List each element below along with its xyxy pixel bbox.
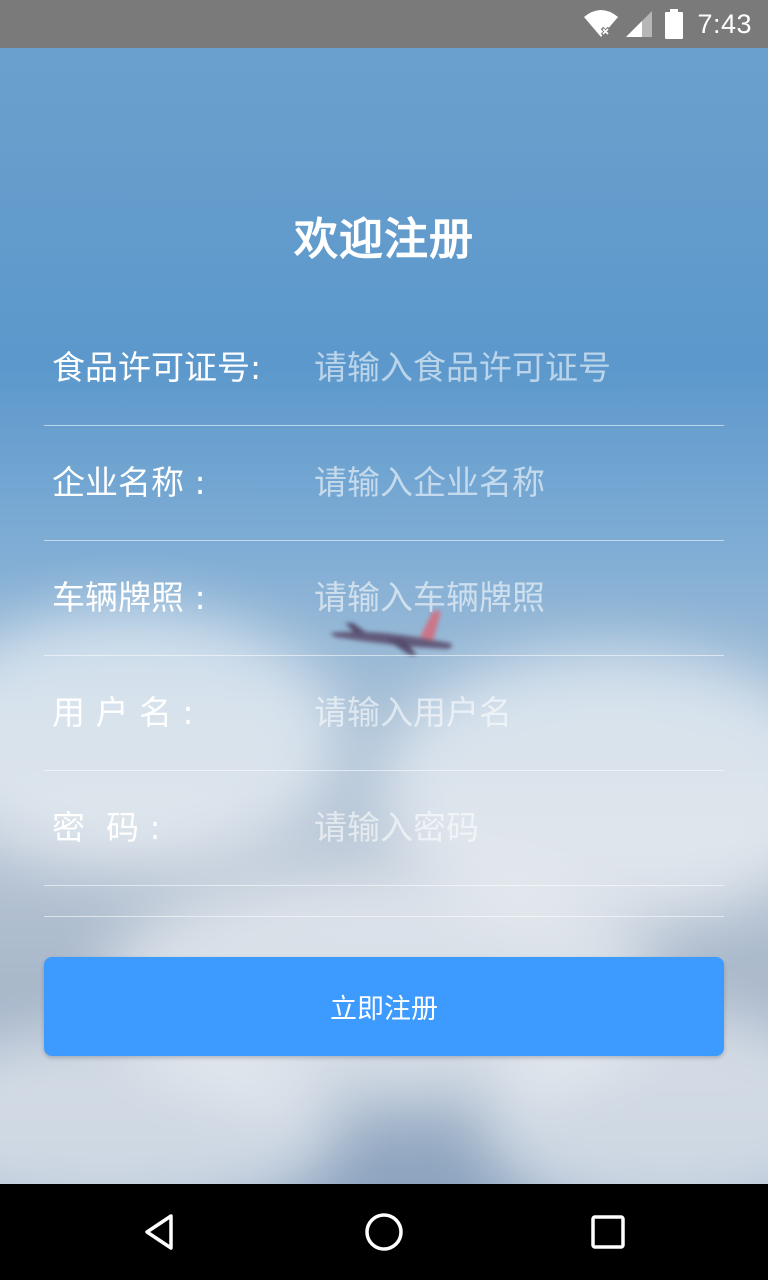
- page-title: 欢迎注册: [294, 214, 474, 265]
- back-triangle-icon[interactable]: [136, 1208, 184, 1256]
- registration-screen: 欢迎注册 食品许可证号: 企业名称 : 车辆牌照 : 用 户 名 : 密 码 :…: [0, 48, 768, 1184]
- username-label: 用 户 名 :: [52, 693, 194, 732]
- phone-screen: 7:43 欢迎注册 食品许可证号: 企业名称 : 车辆牌照 :: [0, 0, 768, 1280]
- vehicle-plate-row: 车辆牌照 :: [44, 540, 724, 656]
- license-number-row: 食品许可证号:: [44, 310, 724, 426]
- license-number-label: 食品许可证号:: [52, 348, 262, 387]
- password-input[interactable]: [314, 798, 714, 856]
- company-name-input[interactable]: [314, 453, 714, 511]
- recents-square-icon[interactable]: [584, 1208, 632, 1256]
- username-input[interactable]: [314, 683, 714, 741]
- company-name-row: 企业名称 :: [44, 425, 724, 541]
- password-label: 密 码 :: [52, 808, 161, 847]
- status-icons: 7:43: [583, 0, 752, 48]
- vehicle-plate-label: 车辆牌照 :: [52, 578, 206, 617]
- status-time: 7:43: [697, 8, 752, 39]
- navigation-bar: [0, 1184, 768, 1280]
- company-name-label: 企业名称 :: [52, 463, 206, 502]
- wifi-no-data-icon: [583, 9, 619, 39]
- vehicle-plate-input[interactable]: [314, 568, 714, 626]
- status-bar: 7:43: [0, 0, 768, 48]
- password-row: 密 码 :: [44, 770, 724, 886]
- divider: [44, 916, 724, 917]
- register-button[interactable]: 立即注册: [44, 957, 724, 1056]
- license-number-input[interactable]: [314, 338, 714, 396]
- username-row: 用 户 名 :: [44, 655, 724, 771]
- cellular-signal-icon: [625, 10, 653, 38]
- battery-icon: [665, 9, 684, 39]
- home-circle-icon[interactable]: [360, 1208, 408, 1256]
